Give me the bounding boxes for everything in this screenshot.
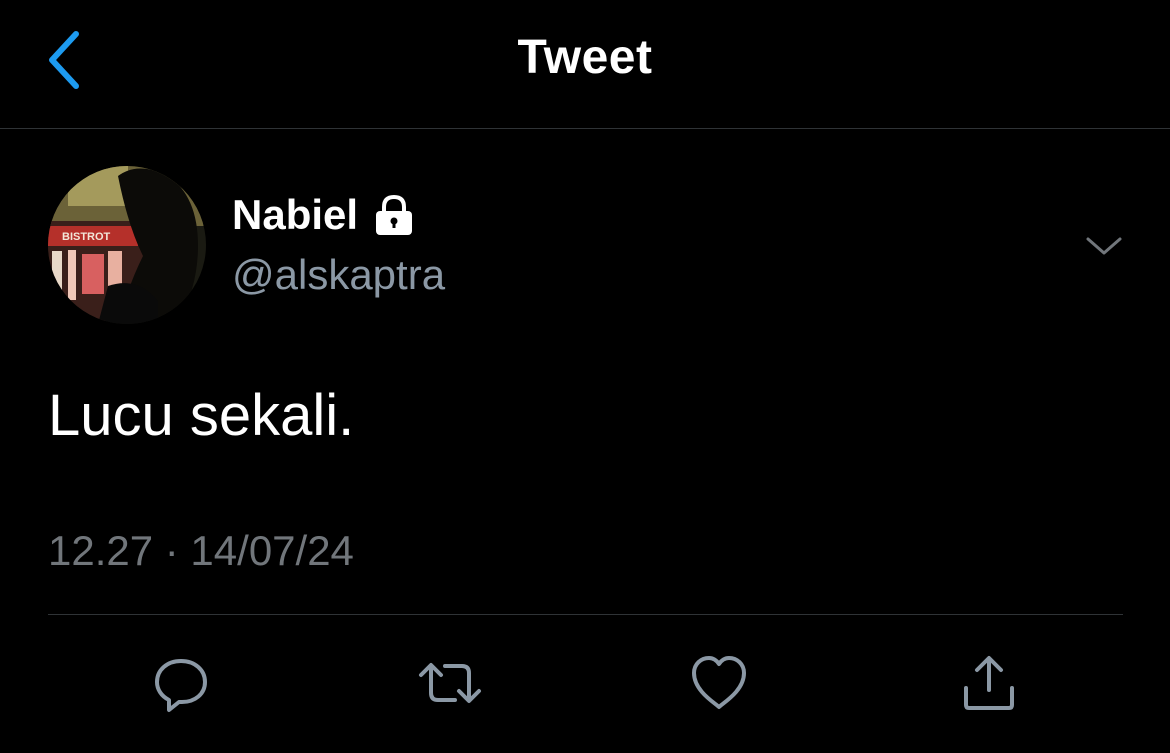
avatar-image: BISTROT: [48, 166, 206, 324]
lock-icon: [376, 194, 413, 235]
tweet-timestamp[interactable]: 12.27 · 14/07/24: [48, 527, 354, 575]
tweet-text: Lucu sekali.: [48, 383, 355, 448]
top-bar: Tweet: [0, 0, 1170, 129]
heart-icon: [692, 656, 746, 709]
share-icon: [964, 656, 1014, 710]
avatar-sign-text: BISTROT: [62, 231, 111, 243]
retweet-icon: [419, 663, 481, 703]
share-button[interactable]: [954, 648, 1024, 718]
reply-icon: [155, 659, 207, 712]
retweet-button[interactable]: [415, 648, 485, 718]
more-options-button[interactable]: [1076, 222, 1132, 270]
divider: [48, 614, 1123, 615]
reply-button[interactable]: [146, 648, 216, 718]
author-handle[interactable]: @alskaptra: [232, 251, 445, 299]
author-display-name: Nabiel: [232, 191, 359, 238]
avatar[interactable]: BISTROT: [48, 166, 206, 324]
like-button[interactable]: [684, 648, 754, 718]
chevron-down-icon: [1086, 237, 1122, 255]
author-name-row[interactable]: Nabiel: [232, 191, 416, 239]
page-title: Tweet: [517, 31, 653, 84]
